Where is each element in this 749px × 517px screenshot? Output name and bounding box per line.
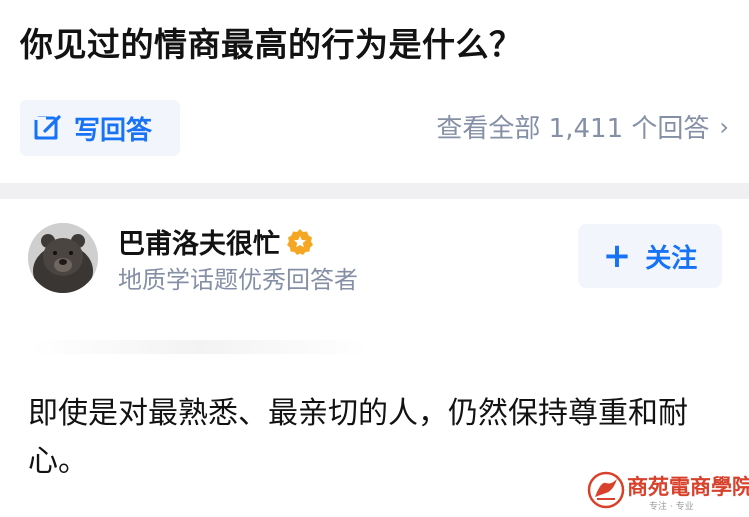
chevron-right-icon: › (719, 112, 729, 141)
verified-badge-icon (287, 228, 313, 255)
watermark-logo-icon (587, 471, 625, 509)
watermark-subtext: 专注 · 专业 (649, 502, 694, 512)
plus-icon: + (602, 236, 632, 276)
avatar[interactable] (28, 223, 98, 293)
watermark: 商苑電商學院 专注 · 专业 (587, 467, 749, 515)
view-all-label: 查看全部 1,411 个回答 (436, 114, 710, 144)
write-answer-button[interactable]: 写回答 (20, 100, 180, 156)
author-name-text: 巴甫洛夫很忙 (118, 229, 280, 260)
follow-label: 关注 (645, 243, 698, 274)
write-answer-label: 写回答 (74, 115, 153, 146)
watermark-text: 商苑電商學院 (627, 474, 749, 499)
author-name[interactable]: 巴甫洛夫很忙 (118, 222, 314, 261)
edit-icon (34, 115, 61, 140)
blurred-placeholder (30, 340, 370, 354)
question-title: 你见过的情商最高的行为是什么？ (20, 25, 523, 64)
section-divider (0, 183, 749, 199)
author-title: 地质学话题优秀回答者 (118, 266, 358, 294)
view-all-answers-link[interactable]: 查看全部 1,411 个回答 › (436, 108, 729, 145)
follow-button[interactable]: + 关注 (578, 224, 722, 288)
bear-avatar-icon (28, 223, 98, 293)
